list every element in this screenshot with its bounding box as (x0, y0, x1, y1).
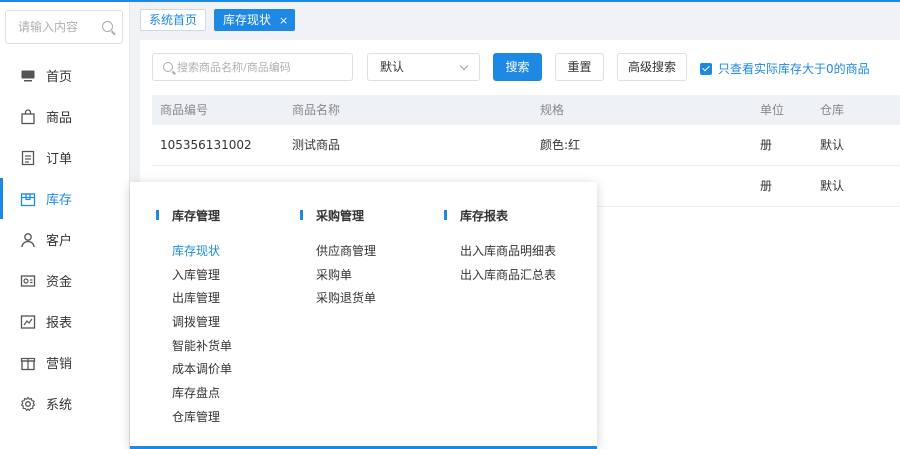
flyout-item-io-summary-report[interactable]: 出入库商品汇总表 (444, 267, 556, 291)
sidebar-item-home[interactable]: 首页 (0, 55, 129, 96)
flyout-item-suppliers[interactable]: 供应商管理 (300, 243, 376, 267)
flyout-column-purchase: 采购管理 供应商管理 采购单 采购退货单 (300, 207, 376, 314)
sidebar-item-system[interactable]: 系统 (0, 383, 129, 424)
sidebar-item-label: 报表 (46, 316, 73, 331)
search-icon[interactable] (102, 21, 113, 32)
bag-icon (20, 108, 36, 125)
flyout-item-smart-restock[interactable]: 智能补货单 (156, 338, 232, 362)
sidebar-nav: 首页 商品 订单 库存 客户 资金 报表 营销 系统 (0, 55, 129, 424)
inventory-flyout-menu: 库存管理 库存现状 入库管理 出库管理 调拨管理 智能补货单 成本调价单 库存盘… (130, 182, 597, 449)
user-icon (20, 232, 36, 248)
column-header: 规格 (540, 103, 565, 117)
table-row[interactable]: 105356131002 测试商品 颜色:红 册 默认 (152, 125, 900, 166)
flyout-column-inventory: 库存管理 库存现状 入库管理 出库管理 调拨管理 智能补货单 成本调价单 库存盘… (156, 207, 232, 433)
chart-icon (20, 314, 36, 330)
sidebar-item-orders[interactable]: 订单 (0, 137, 129, 178)
sidebar-item-label: 订单 (46, 152, 73, 167)
search-icon (163, 62, 173, 72)
sidebar-item-funds[interactable]: 资金 (0, 260, 129, 301)
gift-icon (20, 355, 36, 371)
sidebar-item-label: 库存 (46, 193, 73, 208)
sidebar-item-label: 资金 (46, 275, 73, 290)
flyout-column-reports: 库存报表 出入库商品明细表 出入库商品汇总表 (444, 207, 556, 290)
sidebar-search[interactable] (5, 10, 123, 44)
flyout-item-purchase-return[interactable]: 采购退货单 (300, 290, 376, 314)
cell-unit: 册 (760, 179, 773, 193)
checkbox-checked-icon[interactable] (700, 62, 712, 75)
flyout-title-text: 采购管理 (316, 208, 365, 223)
tab-inventory-status[interactable]: 库存现状 × (214, 9, 296, 31)
flyout-title-text: 库存报表 (460, 208, 509, 223)
tab-system-home[interactable]: 系统首页 (140, 9, 207, 31)
select-value: 默认 (380, 60, 405, 74)
flyout-title-text: 库存管理 (172, 208, 221, 223)
stock-filter-checkbox[interactable]: 只查看实际库存大于0的商品 (700, 60, 870, 77)
gear-icon (20, 396, 36, 412)
document-icon (20, 150, 36, 166)
sidebar-item-marketing[interactable]: 营销 (0, 342, 129, 383)
flyout-item-io-detail-report[interactable]: 出入库商品明细表 (444, 243, 556, 267)
flyout-item-purchase-order[interactable]: 采购单 (300, 267, 376, 291)
tab-label: 库存现状 (223, 13, 272, 27)
search-button[interactable]: 搜索 (493, 53, 542, 81)
flyout-item-outbound[interactable]: 出库管理 (156, 290, 232, 314)
top-accent-line (0, 0, 900, 2)
sidebar: 首页 商品 订单 库存 客户 资金 报表 营销 (0, 0, 130, 449)
sidebar-item-inventory[interactable]: 库存 (0, 178, 129, 219)
advanced-search-button[interactable]: 高级搜索 (617, 53, 687, 81)
sidebar-item-label: 商品 (46, 111, 73, 126)
flyout-item-stocktake[interactable]: 库存盘点 (156, 385, 232, 409)
column-header: 单位 (760, 103, 785, 117)
flyout-column-title: 采购管理 (300, 207, 376, 223)
accent-bar (300, 210, 303, 220)
product-search-input[interactable] (177, 54, 352, 80)
cell-spec: 颜色:红 (540, 138, 581, 152)
flyout-item-transfer[interactable]: 调拨管理 (156, 314, 232, 338)
chevron-down-icon (459, 61, 469, 71)
tab-bar: 系统首页 库存现状 × (140, 6, 303, 34)
accent-bar (444, 210, 447, 220)
sidebar-item-reports[interactable]: 报表 (0, 301, 129, 342)
cell-unit: 册 (760, 138, 773, 152)
sidebar-item-products[interactable]: 商品 (0, 96, 129, 137)
column-header: 仓库 (820, 103, 845, 117)
column-header: 商品编号 (160, 103, 209, 117)
accent-bar (156, 210, 159, 220)
cell-warehouse: 默认 (820, 179, 845, 193)
product-search[interactable] (152, 53, 353, 81)
monitor-icon (20, 68, 36, 84)
column-header: 商品名称 (292, 103, 341, 117)
sidebar-item-label: 系统 (46, 398, 73, 413)
reset-button[interactable]: 重置 (555, 53, 604, 81)
flyout-item-cost-adjust[interactable]: 成本调价单 (156, 361, 232, 385)
flyout-item-inventory-status[interactable]: 库存现状 (156, 243, 232, 267)
flyout-item-warehouse-mgmt[interactable]: 仓库管理 (156, 409, 232, 433)
sidebar-item-label: 客户 (46, 234, 73, 249)
wallet-icon (20, 273, 36, 289)
cell-name: 测试商品 (292, 138, 341, 152)
checkbox-label: 只查看实际库存大于0的商品 (718, 62, 870, 76)
sidebar-item-label: 首页 (46, 70, 73, 85)
tab-label: 系统首页 (149, 13, 198, 27)
cell-warehouse: 默认 (820, 138, 845, 152)
warehouse-select[interactable]: 默认 (367, 53, 480, 81)
cell-code: 105356131002 (160, 138, 252, 152)
flyout-column-title: 库存管理 (156, 207, 232, 223)
flyout-column-title: 库存报表 (444, 207, 556, 223)
table-header: 商品编号 商品名称 规格 单位 仓库 (152, 95, 900, 125)
flyout-item-inbound[interactable]: 入库管理 (156, 267, 232, 291)
box-icon (20, 191, 36, 207)
close-icon[interactable]: × (279, 14, 288, 27)
sidebar-item-label: 营销 (46, 357, 73, 372)
sidebar-item-customers[interactable]: 客户 (0, 219, 129, 260)
sidebar-search-input[interactable] (6, 11, 98, 43)
